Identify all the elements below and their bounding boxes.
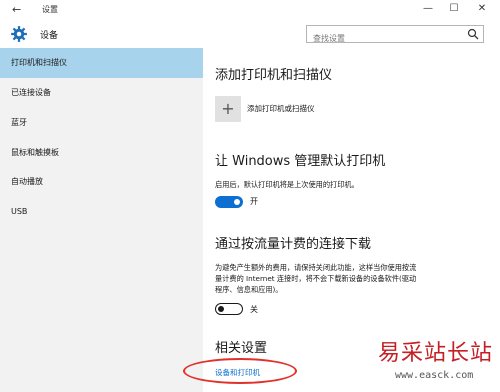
red-annotation-circle [183,358,297,384]
plus-icon: + [221,99,235,118]
toggle-knob [234,199,240,205]
metered-description-line3: 程序、信息和应用)。 [215,285,283,294]
window-title: 设置 [42,5,58,14]
metered-download-toggle-state: 关 [250,305,258,314]
sidebar-item-printers-scanners[interactable]: 打印机和扫描仪 [0,48,203,78]
watermark-url: www.easck.com [395,370,474,381]
settings-window: ← 设置 — ☐ ✕ 设备 查找设置 打印机和扫描仪 已连接设备 蓝牙 鼠标和触… [0,0,500,392]
close-button[interactable]: ✕ [472,1,492,17]
sidebar: 打印机和扫描仪 已连接设备 蓝牙 鼠标和触摸板 自动播放 USB [0,48,203,392]
sidebar-item-bluetooth[interactable]: 蓝牙 [0,108,203,138]
metered-description-line1: 为避免产生额外的费用，请保持关闭此功能，这样当你使用按流 [215,263,417,272]
watermark-text: 易采站长站 [378,341,494,366]
sidebar-item-mouse-touchpad[interactable]: 鼠标和触摸板 [0,138,203,168]
gear-icon [11,26,27,42]
section-default-printer-title: 让 Windows 管理默认打印机 [215,154,386,169]
sidebar-item-autoplay[interactable]: 自动播放 [0,167,203,197]
search-icon[interactable] [467,28,479,40]
sidebar-item-connected-devices[interactable]: 已连接设备 [0,78,203,108]
back-arrow-icon[interactable]: ← [12,3,21,16]
minimize-button[interactable]: — [418,1,438,17]
metered-description-line2: 量计费的 Internet 连接时，将不会下载新设备的设备软件(驱动 [215,274,417,283]
default-printer-description: 启用后，默认打印机将是上次使用的打印机。 [215,180,359,189]
default-printer-toggle[interactable] [215,196,243,208]
maximize-button[interactable]: ☐ [444,1,464,17]
add-printer-label[interactable]: 添加打印机或扫描仪 [247,103,315,114]
section-related-settings-title: 相关设置 [215,341,268,356]
search-box[interactable] [306,25,484,47]
default-printer-toggle-state: 开 [250,197,258,206]
title-bar: ← 设置 — ☐ ✕ [0,0,500,20]
sidebar-item-usb[interactable]: USB [0,197,203,227]
add-printer-button[interactable]: + [215,96,241,122]
search-input[interactable] [307,30,457,47]
page-header: 设备 [0,20,500,48]
section-metered-download-title: 通过按流量计费的连接下载 [215,237,372,252]
page-title: 设备 [40,31,59,41]
metered-download-toggle[interactable] [215,303,243,315]
toggle-knob [218,305,224,312]
section-add-printer-title: 添加打印机和扫描仪 [215,68,333,83]
